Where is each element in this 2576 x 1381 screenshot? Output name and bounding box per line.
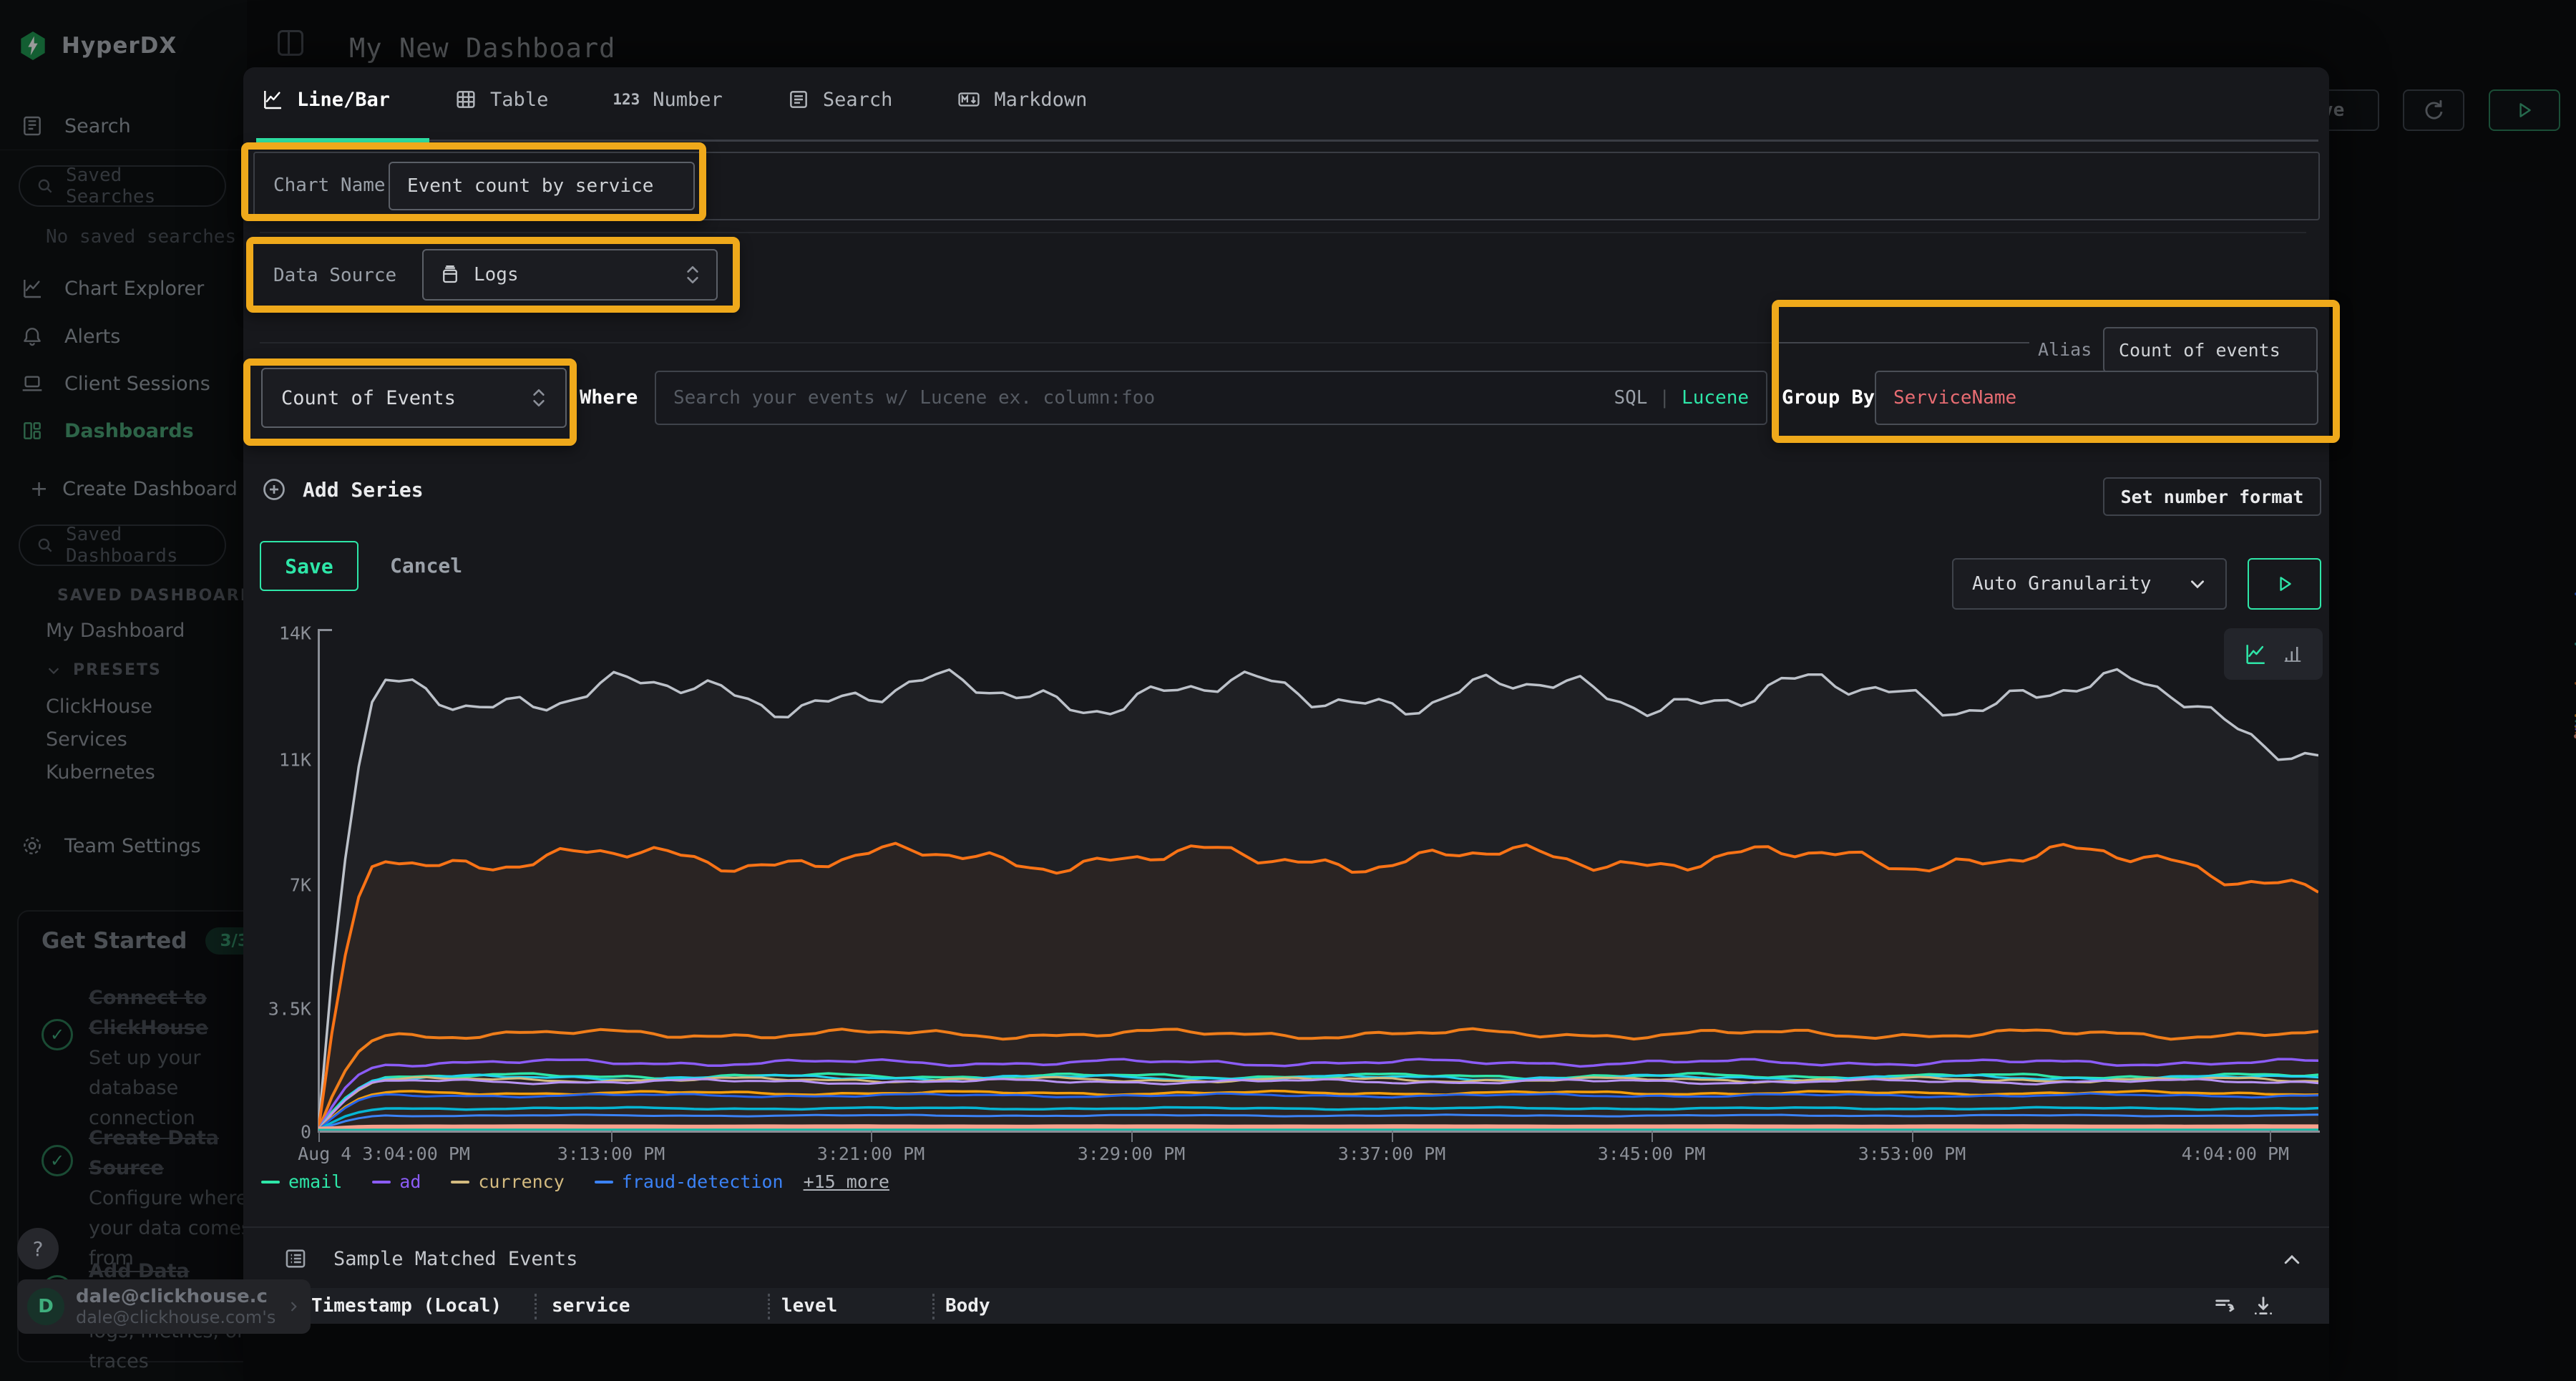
avatar: D bbox=[27, 1288, 64, 1325]
column-header-body[interactable]: Body bbox=[945, 1295, 990, 1317]
where-label: Where bbox=[580, 386, 638, 409]
lucene-mode-toggle[interactable]: Lucene bbox=[1682, 387, 1749, 409]
set-number-format-button[interactable]: Set number format bbox=[2103, 477, 2321, 516]
tab-number[interactable]: 123 Number bbox=[613, 89, 722, 111]
row-divider bbox=[260, 342, 2027, 343]
highlight-chart-name bbox=[241, 142, 706, 221]
x-tick bbox=[1392, 1131, 1393, 1142]
x-tick bbox=[1652, 1131, 1653, 1142]
cancel-button[interactable]: Cancel bbox=[390, 554, 462, 577]
highlight-aggregation bbox=[243, 358, 577, 446]
x-tick bbox=[871, 1131, 872, 1142]
chart-legend: email ad currency fraud-detection +15 mo… bbox=[261, 1171, 889, 1192]
sample-events-header[interactable]: Sample Matched Events bbox=[283, 1246, 577, 1271]
tab-markdown[interactable]: Markdown bbox=[957, 87, 1087, 112]
where-search-input[interactable]: Search your events w/ Lucene ex. column:… bbox=[655, 371, 1767, 425]
add-series-button[interactable]: Add Series bbox=[261, 477, 424, 502]
user-menu[interactable]: D dale@clickhouse.c dale@clickhouse.com'… bbox=[17, 1279, 311, 1334]
timeseries-chart[interactable] bbox=[318, 630, 2318, 1131]
legend-item[interactable]: ad bbox=[372, 1171, 421, 1192]
x-tick-label: 3:21:00 PM bbox=[817, 1143, 925, 1164]
x-tick bbox=[611, 1131, 613, 1142]
table-body-area bbox=[243, 1324, 2329, 1381]
legend-item[interactable]: fraud-detection bbox=[595, 1171, 784, 1192]
x-tick bbox=[318, 1131, 320, 1142]
x-tick bbox=[1912, 1131, 1913, 1142]
column-resize-handle[interactable] bbox=[768, 1294, 770, 1319]
list-icon bbox=[283, 1246, 308, 1271]
chevron-down-icon bbox=[2188, 575, 2207, 593]
column-header-level[interactable]: level bbox=[781, 1295, 837, 1317]
number-123-icon: 123 bbox=[613, 91, 640, 108]
column-header-service[interactable]: service bbox=[552, 1295, 630, 1317]
tab-search[interactable]: Search bbox=[787, 88, 893, 111]
sort-rows-icon[interactable] bbox=[2212, 1294, 2237, 1318]
x-tick bbox=[1131, 1131, 1133, 1142]
row-divider bbox=[260, 232, 2306, 233]
tab-table[interactable]: Table bbox=[454, 88, 548, 111]
y-tick-label: 14K bbox=[279, 623, 311, 644]
x-tick-label: 3:53:00 PM bbox=[1858, 1143, 1966, 1164]
granularity-select[interactable]: Auto Granularity bbox=[1952, 558, 2227, 610]
x-tick-label: Aug 4 3:04:00 PM bbox=[298, 1143, 470, 1164]
legend-more-link[interactable]: +15 more bbox=[804, 1171, 889, 1192]
document-lines-icon bbox=[787, 88, 810, 111]
y-tick-label: 11K bbox=[279, 750, 311, 771]
section-divider bbox=[243, 1226, 2329, 1228]
line-chart-icon bbox=[261, 88, 284, 111]
legend-swatch bbox=[261, 1181, 280, 1184]
table-icon bbox=[454, 88, 477, 111]
user-email: dale@clickhouse.c bbox=[76, 1286, 275, 1307]
x-tick-label: 3:13:00 PM bbox=[557, 1143, 665, 1164]
highlight-data-source bbox=[246, 237, 740, 313]
download-icon[interactable] bbox=[2251, 1294, 2275, 1318]
legend-swatch bbox=[451, 1181, 469, 1184]
x-axis-line bbox=[318, 1131, 2320, 1133]
legend-item[interactable]: currency bbox=[451, 1171, 564, 1192]
tab-underline-track bbox=[256, 140, 2318, 142]
y-tick-label: 7K bbox=[290, 875, 311, 896]
tab-bar: Line/Bar Table 123 Number Search bbox=[261, 87, 1087, 112]
user-email-sub: dale@clickhouse.com's bbox=[76, 1307, 275, 1327]
column-resize-handle[interactable] bbox=[535, 1294, 537, 1319]
x-tick-label: 3:45:00 PM bbox=[1598, 1143, 1706, 1164]
x-tick-label: 4:04:00 PM bbox=[2182, 1143, 2290, 1164]
legend-swatch bbox=[372, 1181, 391, 1184]
sql-mode-toggle[interactable]: SQL bbox=[1614, 387, 1647, 409]
y-tick-label: 3.5K bbox=[268, 999, 311, 1020]
markdown-icon bbox=[957, 87, 981, 112]
run-chart-button[interactable] bbox=[2248, 558, 2321, 610]
where-placeholder: Search your events w/ Lucene ex. column:… bbox=[673, 387, 1155, 409]
tab-line-bar[interactable]: Line/Bar bbox=[261, 88, 390, 111]
legend-swatch bbox=[595, 1181, 613, 1184]
x-tick-label: 3:37:00 PM bbox=[1338, 1143, 1446, 1164]
x-tick bbox=[2270, 1131, 2271, 1142]
highlight-group-by-alias bbox=[1772, 300, 2340, 443]
x-tick-label: 3:29:00 PM bbox=[1078, 1143, 1186, 1164]
chevron-right-icon bbox=[286, 1299, 301, 1314]
column-header-timestamp[interactable]: Timestamp (Local) bbox=[311, 1295, 502, 1317]
save-button[interactable]: Save bbox=[260, 541, 358, 591]
play-icon bbox=[2275, 575, 2294, 593]
plus-circle-icon bbox=[261, 477, 287, 502]
collapse-section-chevron-up-icon[interactable] bbox=[2281, 1249, 2303, 1271]
help-button[interactable]: ? bbox=[17, 1228, 59, 1269]
column-resize-handle[interactable] bbox=[932, 1294, 935, 1319]
legend-item[interactable]: email bbox=[261, 1171, 342, 1192]
y-tick-label: 0 bbox=[301, 1122, 311, 1143]
